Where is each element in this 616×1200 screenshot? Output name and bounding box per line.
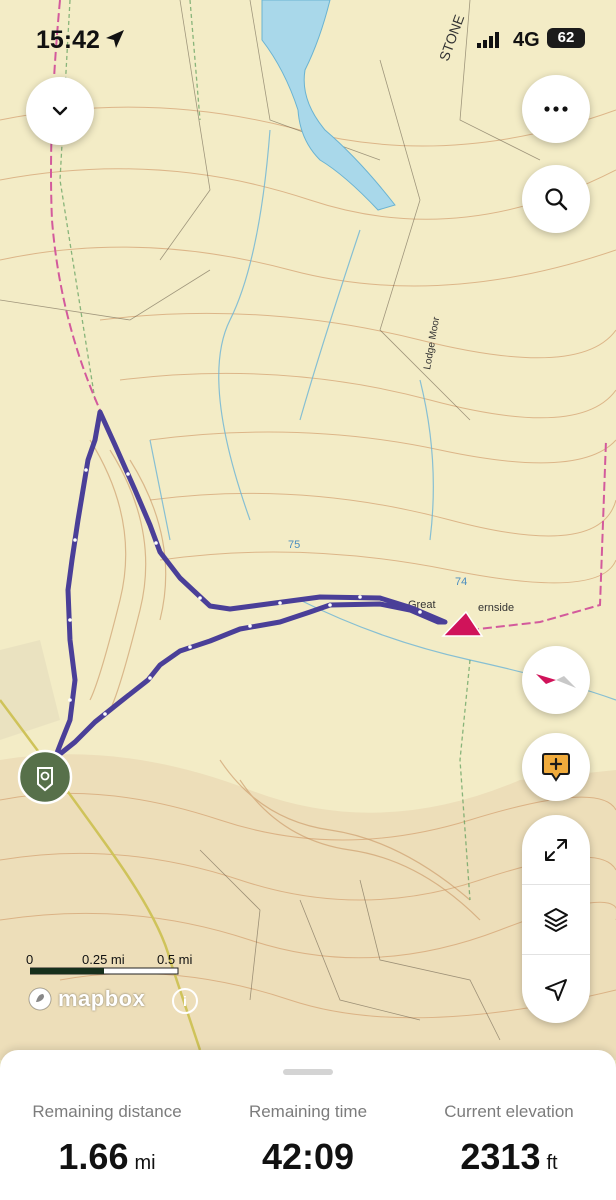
remaining-time-value: 42:09 <box>218 1136 398 1178</box>
remaining-distance-value: 1.66 mi <box>18 1136 196 1178</box>
attribution-info-icon[interactable]: i <box>172 988 198 1014</box>
locate-button[interactable] <box>522 955 590 1024</box>
remaining-distance: Remaining distance 1.66 mi <box>18 1102 196 1178</box>
scale-label-0: 0 <box>26 952 34 967</box>
start-marker[interactable] <box>17 749 73 805</box>
layers-icon <box>544 907 568 932</box>
remaining-time-label: Remaining time <box>248 1102 368 1121</box>
map-label-contour-74: 74 <box>455 576 467 588</box>
remaining-distance-unit: mi <box>134 1152 156 1174</box>
search-icon <box>545 188 568 211</box>
current-elevation-label: Current elevation <box>444 1102 574 1121</box>
expand-button[interactable] <box>522 815 590 884</box>
battery-level: 62 <box>557 29 575 46</box>
mapbox-text: mapbox <box>58 986 146 1011</box>
mapbox-logo[interactable]: mapbox <box>28 986 145 1012</box>
collapse-button[interactable] <box>26 77 94 145</box>
navigation-arrow-icon <box>545 978 567 1001</box>
remaining-time: Remaining time 42:09 <box>218 1102 398 1178</box>
remaining-time-number: 42:09 <box>261 1136 355 1177</box>
location-arrow-icon <box>106 30 124 48</box>
battery-icon: 62 <box>547 28 585 48</box>
mapbox-logo-icon <box>28 987 52 1011</box>
add-note-button[interactable] <box>522 733 590 801</box>
signal-icon <box>477 32 499 48</box>
scale-label-quarter: 0.25 mi <box>82 952 125 967</box>
search-button[interactable] <box>522 165 590 233</box>
chevron-down-icon <box>52 106 68 116</box>
compass-icon <box>536 674 576 688</box>
network-type: 4G <box>513 29 540 51</box>
status-bar: 15:42 4G 62 <box>0 0 616 70</box>
map-tools <box>522 815 590 1023</box>
current-elevation: Current elevation 2313 ft <box>418 1102 600 1178</box>
sheet-handle[interactable] <box>283 1069 333 1075</box>
current-elevation-value: 2313 ft <box>418 1136 600 1178</box>
map-label-contour-75: 75 <box>288 539 300 551</box>
scale-graphic <box>30 967 179 975</box>
expand-icon <box>545 838 567 861</box>
status-time: 15:42 <box>36 26 100 54</box>
more-options-button[interactable] <box>522 75 590 143</box>
map-label-fernside: ernside <box>478 602 514 614</box>
current-elevation-number: 2313 <box>460 1136 541 1177</box>
add-note-icon <box>542 753 570 782</box>
current-elevation-unit: ft <box>546 1152 558 1174</box>
layers-button[interactable] <box>522 885 590 954</box>
compass-button[interactable] <box>522 646 590 714</box>
stats-sheet[interactable]: Remaining distance 1.66 mi Remaining time… <box>0 1050 616 1200</box>
scale-bar: 0 0.25 mi 0.5 mi <box>26 952 206 982</box>
remaining-distance-number: 1.66 <box>58 1136 129 1177</box>
scale-label-half: 0.5 mi <box>157 952 193 967</box>
remaining-distance-label: Remaining distance <box>32 1102 182 1121</box>
more-icon <box>544 106 568 112</box>
